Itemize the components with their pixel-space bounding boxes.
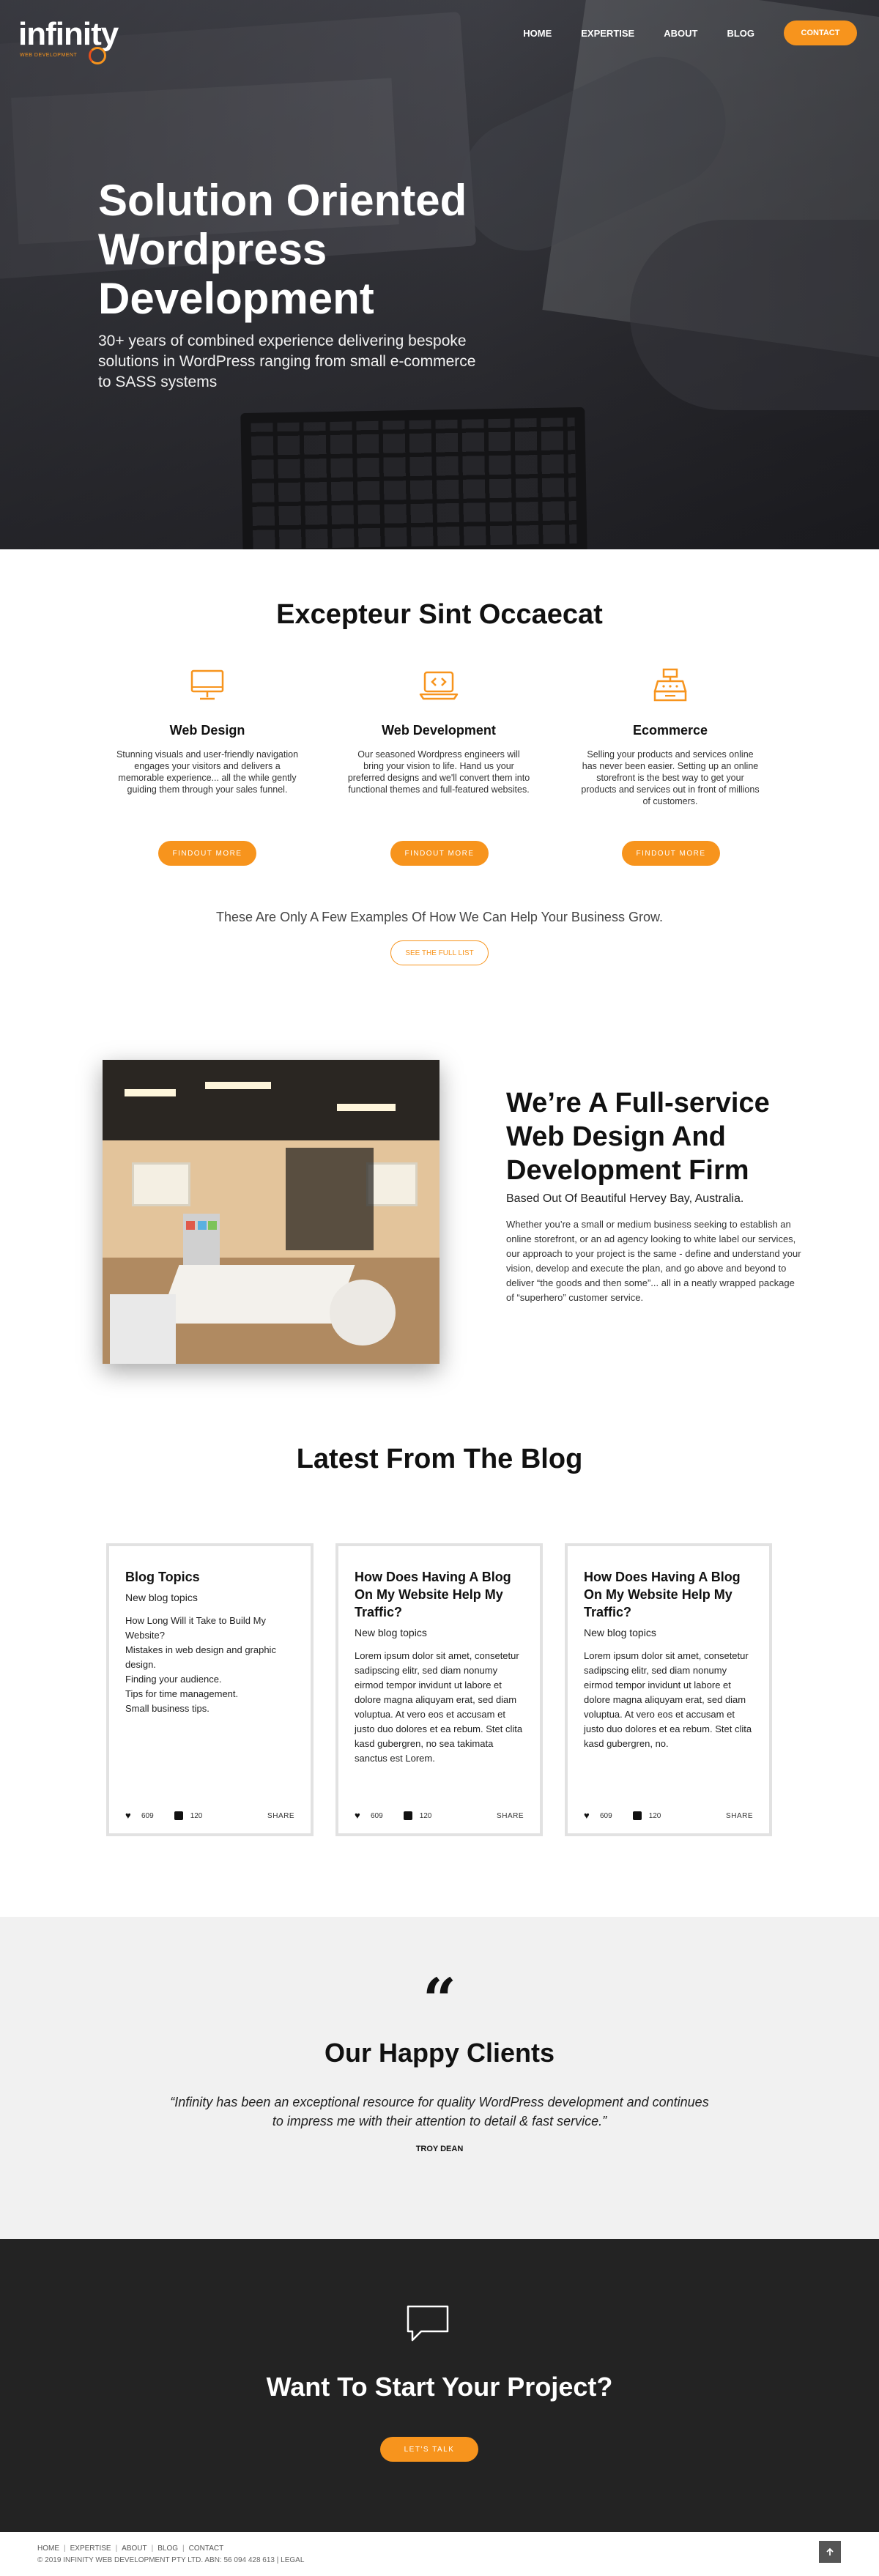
blog-card-excerpt: Lorem ipsum dolor sit amet, consetetur s… [355, 1650, 523, 1764]
blog-card-title[interactable]: How Does Having A Blog On My Website Hel… [355, 1568, 524, 1621]
blog-card-subtitle: New blog topics [584, 1627, 656, 1638]
service-text: Our seasoned Wordpress engineers will br… [347, 749, 530, 795]
blog-card-subtitle: New blog topics [125, 1592, 198, 1603]
blog-card-excerpt: How Long Will it Take to Build My Websit… [125, 1615, 276, 1714]
monitor-icon [190, 669, 224, 700]
see-full-list-button[interactable]: SEE THE FULL LIST [390, 940, 489, 965]
testimonial-author: TROY DEAN [415, 2145, 464, 2153]
main-nav: HOME EXPERTISE ABOUT BLOG CONTACT [494, 21, 857, 45]
blog-card-subtitle: New blog topics [355, 1627, 427, 1638]
footer-copyright: © 2019 INFINITY WEB DEVELOPMENT PTY LTD.… [37, 2556, 305, 2564]
footer-separator: | [115, 2545, 118, 2553]
service-web-development: Web Development Our seasoned Wordpress e… [347, 668, 530, 795]
share-link[interactable]: SHARE [267, 1812, 294, 1820]
logo-wordmark: infinity [18, 16, 119, 52]
arrow-up-icon [826, 2547, 834, 2555]
lets-talk-button[interactable]: LET'S TALK [380, 2437, 478, 2462]
logo-tagline: WEB DEVELOPMENT [20, 53, 78, 58]
footer-link-contact[interactable]: CONTACT [189, 2545, 224, 2553]
hero-section: infinity WEB DEVELOPMENT HOME EXPERTISE … [0, 0, 879, 549]
footer-separator: | [182, 2545, 185, 2553]
service-title: Web Design [169, 723, 245, 738]
comment-icon[interactable] [632, 1811, 642, 1820]
contact-button[interactable]: CONTACT [784, 21, 857, 45]
service-ecommerce: Ecommerce Selling your products and serv… [579, 668, 762, 807]
comment-count: 120 [419, 1811, 432, 1820]
comment-icon[interactable] [174, 1811, 183, 1820]
site-logo[interactable]: infinity WEB DEVELOPMENT [18, 16, 119, 64]
quote-mark-icon: “ [422, 1965, 456, 2034]
office-photo [103, 1060, 440, 1364]
blog-card-excerpt: Lorem ipsum dolor sit amet, consetetur s… [584, 1650, 752, 1749]
footer-separator: | [64, 2545, 66, 2553]
about-text: Whether you’re a small or medium busines… [506, 1219, 801, 1303]
blog-card-meta: ♥ 609 120 SHARE [584, 1811, 753, 1820]
heart-icon[interactable]: ♥ [125, 1811, 134, 1820]
footer-separator: | [151, 2545, 154, 2553]
blog-card-meta: ♥ 609 120 SHARE [355, 1811, 524, 1820]
blog-card[interactable]: How Does Having A Blog On My Website Hel… [565, 1543, 772, 1836]
footer-link-about[interactable]: ABOUT [122, 2545, 146, 2553]
findout-more-button-web-design[interactable]: FINDOUT MORE [158, 841, 256, 866]
like-count: 609 [141, 1811, 154, 1820]
nav-blog[interactable]: BLOG [727, 28, 754, 39]
about-location: Based Out Of Beautiful Hervey Bay, Austr… [506, 1192, 744, 1205]
nav-expertise[interactable]: EXPERTISE [581, 28, 634, 39]
like-count: 609 [600, 1811, 612, 1820]
blog-card-meta: ♥ 609 120 SHARE [125, 1811, 294, 1820]
hero-title: Solution Oriented Wordpress Development [98, 176, 467, 323]
findout-more-button-ecommerce[interactable]: FINDOUT MORE [622, 841, 720, 866]
heart-icon[interactable]: ♥ [355, 1811, 363, 1820]
share-link[interactable]: SHARE [497, 1812, 524, 1820]
comment-icon[interactable] [403, 1811, 412, 1820]
footer-link-expertise[interactable]: EXPERTISE [70, 2545, 111, 2553]
footer-nav: HOME | EXPERTISE | ABOUT | BLOG | CONTAC… [37, 2545, 228, 2553]
speech-bubble-icon [407, 2305, 449, 2342]
blog-title: Latest From The Blog [296, 1444, 583, 1474]
services-title: Excepteur Sint Occaecat [276, 599, 603, 630]
services-examples-text: These Are Only A Few Examples Of How We … [216, 910, 663, 924]
footer-link-blog[interactable]: BLOG [157, 2545, 178, 2553]
service-text: Selling your products and services onlin… [581, 749, 760, 806]
service-text: Stunning visuals and user-friendly navig… [116, 749, 299, 795]
code-laptop-icon [419, 671, 459, 700]
service-web-design: Web Design Stunning visuals and user-fri… [116, 668, 299, 795]
hero-subtitle: 30+ years of combined experience deliver… [98, 333, 476, 390]
logo-infinity-icon [89, 47, 106, 64]
like-count: 609 [371, 1811, 383, 1820]
blog-card[interactable]: Blog Topics New blog topics How Long Wil… [106, 1543, 314, 1836]
service-title: Web Development [382, 723, 496, 738]
blog-card-title[interactable]: Blog Topics [125, 1568, 294, 1586]
nav-home[interactable]: HOME [523, 28, 552, 39]
service-title: Ecommerce [632, 723, 708, 738]
blog-card-title[interactable]: How Does Having A Blog On My Website Hel… [584, 1568, 753, 1621]
footer-link-home[interactable]: HOME [37, 2545, 59, 2553]
nav-about[interactable]: ABOUT [664, 28, 697, 39]
testimonial-quote: “Infinity has been an exceptional resour… [170, 2095, 709, 2128]
comment-count: 120 [190, 1811, 203, 1820]
blog-card[interactable]: How Does Having A Blog On My Website Hel… [335, 1543, 543, 1836]
footer [0, 2532, 879, 2576]
testimonial-title: Our Happy Clients [324, 2038, 555, 2068]
back-to-top-button[interactable] [819, 2541, 841, 2563]
page: infinity WEB DEVELOPMENT HOME EXPERTISE … [0, 0, 879, 2576]
cash-register-icon [653, 668, 687, 702]
cta-title: Want To Start Your Project? [266, 2372, 613, 2402]
about-title: We’re A Full-service Web Design And Deve… [506, 1088, 770, 1186]
share-link[interactable]: SHARE [726, 1812, 753, 1820]
comment-count: 120 [648, 1811, 661, 1820]
findout-more-button-web-development[interactable]: FINDOUT MORE [390, 841, 489, 866]
heart-icon[interactable]: ♥ [584, 1811, 593, 1820]
